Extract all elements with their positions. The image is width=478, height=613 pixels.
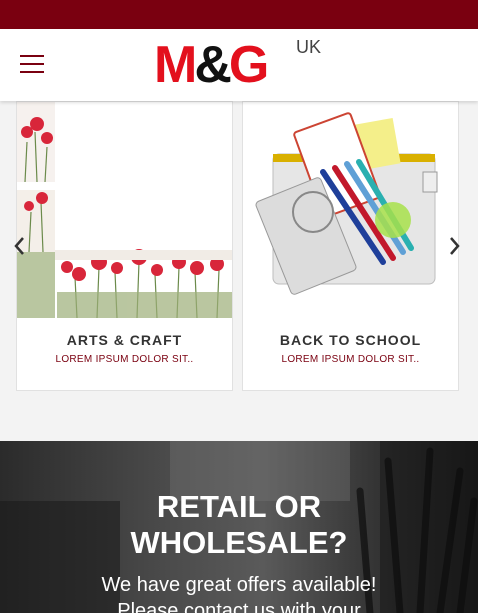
hamburger-menu-icon[interactable] bbox=[20, 54, 44, 74]
chevron-left-icon[interactable] bbox=[12, 235, 26, 257]
category-subtitle: LOREM IPSUM DOLOR SIT.. bbox=[281, 354, 420, 365]
logo-mark: M&G bbox=[154, 36, 269, 94]
category-card-arts-craft[interactable]: ARTS & CRAFT LOREM IPSUM DOLOR SIT.. bbox=[16, 101, 233, 391]
category-title: BACK TO SCHOOL bbox=[279, 332, 422, 348]
site-header: M&G UK bbox=[0, 29, 478, 101]
promo-text-line: Please contact us with your bbox=[117, 600, 361, 613]
top-bar bbox=[0, 0, 478, 29]
promo-heading-line: WHOLESALE? bbox=[130, 525, 348, 560]
category-title: ARTS & CRAFT bbox=[66, 332, 183, 348]
category-carousel: ARTS & CRAFT LOREM IPSUM DOLOR SIT.. BAC… bbox=[0, 101, 478, 441]
logo-region: UK bbox=[296, 37, 322, 57]
wholesale-promo-banner: RETAIL OR WHOLESALE? We have great offer… bbox=[0, 441, 478, 613]
arts-craft-image bbox=[17, 102, 232, 318]
promo-heading: RETAIL OR WHOLESALE? bbox=[0, 489, 478, 561]
promo-text-line: We have great offers available! bbox=[101, 574, 377, 596]
back-to-school-image bbox=[243, 102, 458, 318]
brand-logo[interactable]: M&G UK bbox=[154, 36, 324, 96]
chevron-right-icon[interactable] bbox=[448, 235, 462, 257]
category-subtitle: LOREM IPSUM DOLOR SIT.. bbox=[55, 354, 194, 365]
category-card-back-to-school[interactable]: BACK TO SCHOOL LOREM IPSUM DOLOR SIT.. bbox=[242, 101, 459, 391]
promo-text: We have great offers available! Please c… bbox=[0, 572, 478, 613]
promo-heading-line: RETAIL OR bbox=[156, 489, 322, 524]
